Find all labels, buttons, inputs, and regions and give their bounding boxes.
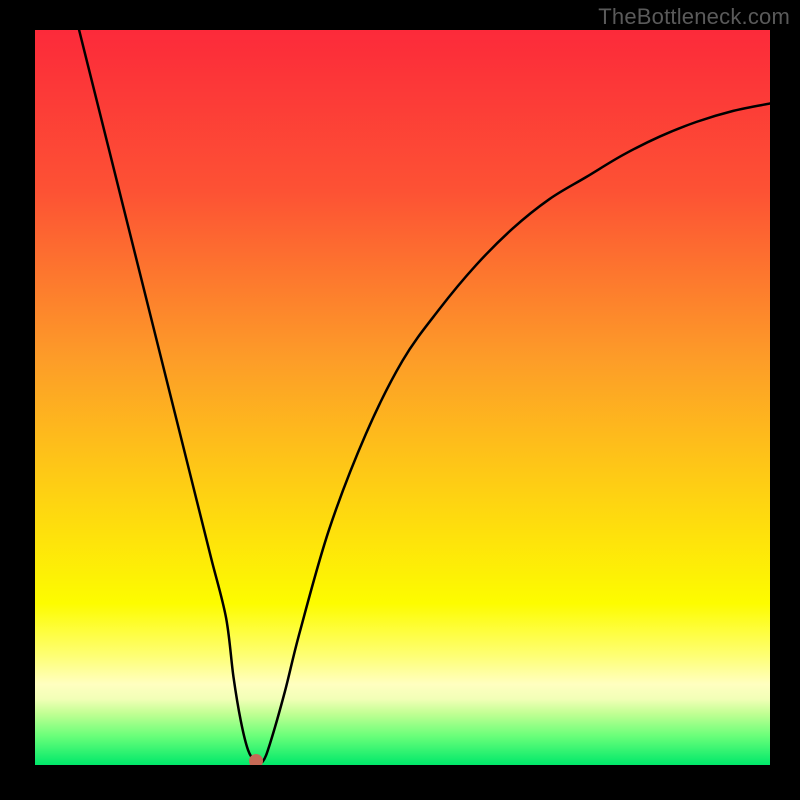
bottleneck-curve <box>79 30 770 763</box>
watermark-text: TheBottleneck.com <box>598 4 790 30</box>
curve-layer <box>35 30 770 765</box>
plot-area <box>35 30 770 765</box>
minimum-marker <box>249 754 263 765</box>
